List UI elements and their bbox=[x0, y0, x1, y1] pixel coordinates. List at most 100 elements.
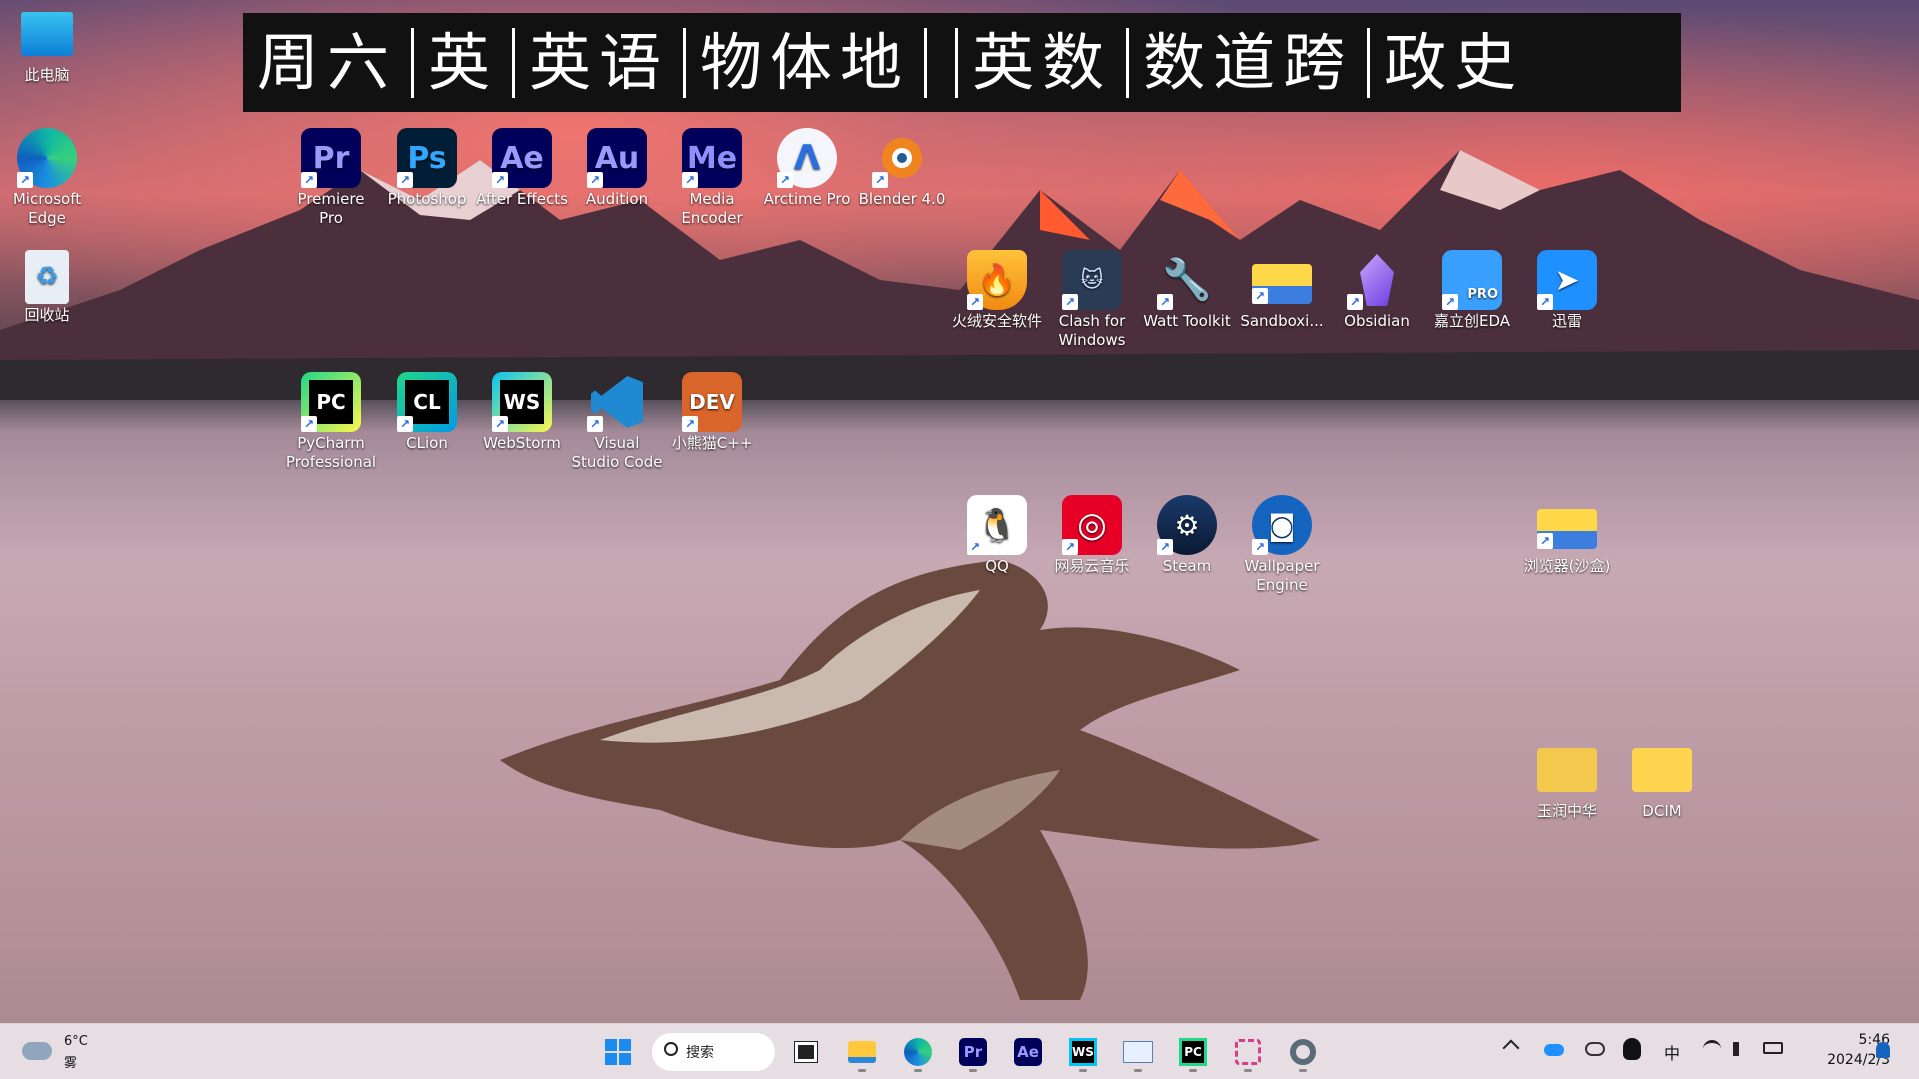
shortcut-arrow-icon: ↗ bbox=[397, 416, 413, 432]
shortcut-arrow-icon: ↗ bbox=[682, 416, 698, 432]
desktop-icon-qq[interactable]: 🐧 ↗ QQ bbox=[951, 495, 1043, 576]
shortcut-arrow-icon: ↗ bbox=[492, 172, 508, 188]
cloud-icon bbox=[22, 1042, 52, 1060]
audition-icon: Au ↗ bbox=[587, 128, 647, 188]
shortcut-arrow-icon: ↗ bbox=[1062, 294, 1078, 310]
search-box[interactable]: 搜索 bbox=[652, 1033, 775, 1071]
taskbar-file-explorer[interactable] bbox=[842, 1032, 882, 1072]
volume-icon[interactable] bbox=[1733, 1042, 1747, 1056]
notification-bell-icon[interactable] bbox=[1876, 1042, 1890, 1058]
desktop-icon-obsidian[interactable]: ↗ Obsidian bbox=[1331, 250, 1423, 331]
desktop-icon-vscode[interactable]: ↗ Visual Studio Code bbox=[571, 372, 663, 472]
running-indicator bbox=[914, 1069, 922, 1072]
taskbar-webstorm[interactable]: WS bbox=[1063, 1032, 1103, 1072]
start-button[interactable] bbox=[598, 1032, 638, 1072]
clion-icon: CL ↗ bbox=[397, 372, 457, 432]
running-indicator bbox=[969, 1069, 977, 1072]
shortcut-arrow-icon: ↗ bbox=[967, 294, 983, 310]
desktop-folder-dcim[interactable]: DCIM bbox=[1616, 740, 1708, 821]
shortcut-arrow-icon: ↗ bbox=[301, 172, 317, 188]
qq-tray-icon[interactable] bbox=[1623, 1038, 1641, 1060]
taskbar-settings[interactable] bbox=[1283, 1032, 1323, 1072]
banner-separator bbox=[1367, 27, 1371, 98]
desktop-icon-audition[interactable]: Au ↗ Audition bbox=[571, 128, 663, 209]
ime-indicator[interactable]: 中 bbox=[1664, 1040, 1680, 1064]
desktop-icon-huorong[interactable]: 🔥 ↗ 火绒安全软件 bbox=[951, 250, 1043, 331]
desktop-icon-label: After Effects bbox=[476, 190, 568, 208]
desktop-icon-label: Audition bbox=[585, 190, 649, 208]
desktop-icon-steam[interactable]: ⚙ ↗ Steam bbox=[1141, 495, 1233, 576]
onedrive-icon[interactable] bbox=[1544, 1044, 1564, 1056]
running-indicator bbox=[858, 1069, 866, 1072]
desktop-icon-clion[interactable]: CL ↗ CLion bbox=[381, 372, 473, 453]
desktop-icon-after-effects[interactable]: Ae ↗ After Effects bbox=[476, 128, 568, 209]
banner-separator bbox=[411, 27, 415, 98]
desktop-icon-watt-toolkit[interactable]: 🔧 ↗ Watt Toolkit bbox=[1141, 250, 1233, 331]
desktop-icon-label: PyCharm Professional bbox=[285, 434, 377, 471]
battery-icon[interactable] bbox=[1763, 1042, 1783, 1054]
cat-icon: 🐱 ↗ bbox=[1062, 250, 1122, 310]
desktop-icon-label: Sandboxi... bbox=[1240, 312, 1324, 330]
weather-widget[interactable]: 6°C 雾 bbox=[20, 1032, 110, 1072]
desktop-icon-jialichuang-eda[interactable]: PRO ↗ 嘉立创EDA bbox=[1426, 250, 1518, 331]
taskbar-resource-monitor[interactable] bbox=[1118, 1032, 1158, 1072]
wifi-icon[interactable] bbox=[1703, 1040, 1721, 1058]
desktop-icon-blender[interactable]: ↗ Blender 4.0 bbox=[856, 128, 948, 209]
desktop-icon-media-encoder[interactable]: Me ↗ Media Encoder bbox=[666, 128, 758, 228]
shortcut-arrow-icon: ↗ bbox=[397, 172, 413, 188]
desktop-icon-label: Premiere Pro bbox=[297, 190, 365, 227]
taskbar-task-view[interactable] bbox=[786, 1032, 826, 1072]
obsidian-icon: ↗ bbox=[1347, 250, 1407, 310]
shortcut-arrow-icon: ↗ bbox=[1252, 288, 1268, 304]
desktop-icon-sandbox-browser[interactable]: ↗ 浏览器(沙盒) bbox=[1521, 495, 1613, 576]
premiere-icon-text: Pr bbox=[312, 140, 350, 176]
desktop-icon-sandboxie[interactable]: ↗ Sandboxi... bbox=[1236, 250, 1328, 331]
network-cloud-icon[interactable] bbox=[1585, 1042, 1605, 1056]
desktop-icon-this-pc[interactable]: 此电脑 bbox=[1, 12, 93, 85]
desktop-icon-devcpp[interactable]: DEV ↗ 小熊猫C++ bbox=[666, 372, 758, 453]
taskbar-after-effects[interactable]: Ae bbox=[1008, 1032, 1048, 1072]
scissors-icon bbox=[1235, 1039, 1261, 1065]
banner-segment: 英 bbox=[428, 26, 499, 99]
desktop-icon-label: 迅雷 bbox=[1551, 312, 1582, 330]
desktop-icon-edge[interactable]: ↗ Microsoft Edge bbox=[1, 128, 93, 228]
monitor-icon bbox=[21, 12, 73, 56]
cloud-pro-icon: PRO ↗ bbox=[1442, 250, 1502, 310]
desktop-icon-recycle-bin[interactable]: ♻ 回收站 bbox=[1, 250, 93, 325]
desktop-icon-photoshop[interactable]: Ps ↗ Photoshop bbox=[381, 128, 473, 209]
banner-segment: 英语 bbox=[529, 26, 670, 99]
desktop-icon-label: Steam bbox=[1162, 557, 1212, 575]
desktop-icon-premiere[interactable]: Pr ↗ Premiere Pro bbox=[285, 128, 377, 228]
chevron-up-icon[interactable] bbox=[1502, 1039, 1520, 1057]
desktop-icon-clash[interactable]: 🐱 ↗ Clash for Windows bbox=[1046, 250, 1138, 350]
driftwood-image bbox=[500, 560, 1320, 1000]
taskbar-edge[interactable] bbox=[898, 1032, 938, 1072]
banner-segment: 数道跨 bbox=[1143, 26, 1354, 99]
taskbar-premiere[interactable]: Pr bbox=[953, 1032, 993, 1072]
pycharm-icon: PC bbox=[1179, 1038, 1207, 1066]
desktop-icon-xunlei[interactable]: ➤ ↗ 迅雷 bbox=[1521, 250, 1613, 331]
red-panda-icon-text: DEV bbox=[689, 389, 735, 414]
clock[interactable]: 5:46 2024/2/3 bbox=[1790, 1030, 1890, 1074]
desktop-icon-label: Obsidian bbox=[1344, 312, 1410, 330]
desktop-icon-wallpaper-engine[interactable]: ◙ ↗ Wallpaper Engine bbox=[1236, 495, 1328, 595]
desktop-icon-arctime[interactable]: Ʌ ↗ Arctime Pro bbox=[761, 128, 853, 209]
desktop-icon-label: CLion bbox=[406, 434, 448, 452]
banner-segment: 周六 bbox=[257, 26, 398, 99]
desktop-icon-label: Watt Toolkit bbox=[1143, 312, 1231, 330]
shortcut-arrow-icon: ↗ bbox=[1347, 294, 1363, 310]
taskbar-pycharm[interactable]: PC bbox=[1173, 1032, 1213, 1072]
shortcut-arrow-icon: ↗ bbox=[587, 172, 603, 188]
desktop-icon-pycharm[interactable]: PC ↗ PyCharm Professional bbox=[285, 372, 377, 472]
desktop-icon-label: DCIM bbox=[1642, 802, 1682, 820]
shortcut-arrow-icon: ↗ bbox=[1157, 294, 1173, 310]
clock-date: 2024/2/3 bbox=[1827, 1052, 1890, 1068]
desktop-folder-yurun[interactable]: 玉润中华 bbox=[1521, 740, 1613, 821]
shortcut-arrow-icon: ↗ bbox=[587, 416, 603, 432]
taskbar-snipping-tool[interactable] bbox=[1228, 1032, 1268, 1072]
folder-icon bbox=[848, 1041, 876, 1063]
after-effects-icon: Ae bbox=[1014, 1038, 1042, 1066]
shortcut-arrow-icon: ↗ bbox=[777, 172, 793, 188]
desktop-icon-netease-music[interactable]: ◎ ↗ 网易云音乐 bbox=[1046, 495, 1138, 576]
desktop-icon-webstorm[interactable]: WS ↗ WebStorm bbox=[476, 372, 568, 453]
